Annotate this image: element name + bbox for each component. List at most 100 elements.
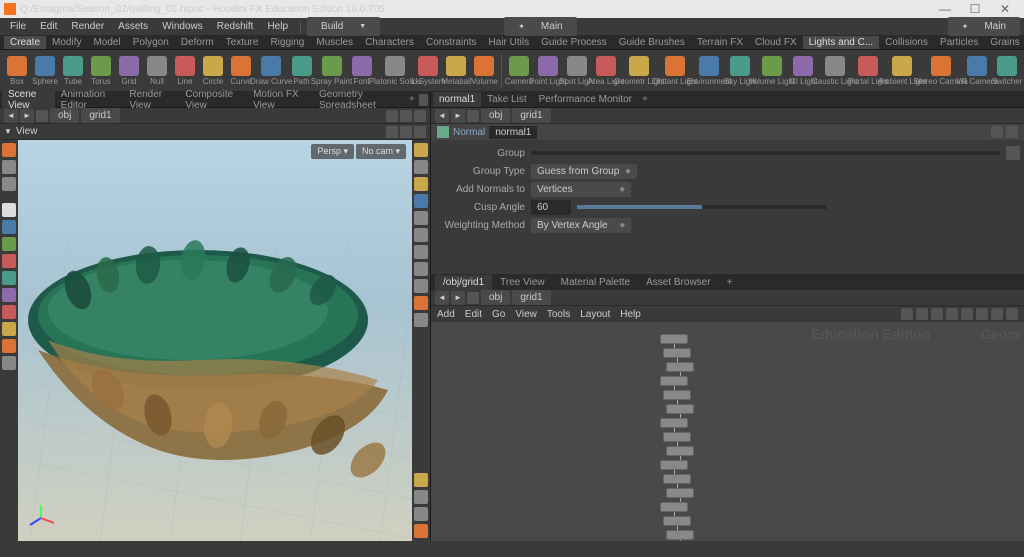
shelf-tab[interactable]: Guide Brushes (613, 36, 691, 49)
pin-icon[interactable] (467, 110, 479, 122)
snap-icon[interactable] (400, 126, 412, 138)
shelf-tab[interactable]: Lights and C... (803, 36, 879, 49)
shelf-tab[interactable]: Particles (934, 36, 984, 49)
menu-windows[interactable]: Windows (156, 19, 209, 34)
persp-button[interactable]: Persp ▾ (311, 144, 354, 159)
add-net-tab[interactable]: + (719, 275, 741, 290)
cusp-field[interactable]: 60 (531, 200, 571, 215)
network-node[interactable] (660, 334, 688, 344)
tool-icon[interactable] (2, 160, 16, 174)
close-button[interactable]: ✕ (990, 2, 1020, 16)
menu-redshift[interactable]: Redshift (211, 19, 260, 34)
network-node[interactable] (666, 362, 694, 372)
tool-icon[interactable] (2, 356, 16, 370)
display-icon[interactable] (414, 490, 428, 504)
shelf-tab[interactable]: Polygon (127, 36, 175, 49)
net-view-icon[interactable] (916, 308, 928, 320)
net-menu-item[interactable]: Layout (580, 309, 610, 320)
snap-icon[interactable] (414, 126, 426, 138)
tool-icon[interactable] (2, 254, 16, 268)
pane-menu-icon[interactable] (419, 94, 428, 106)
net-menu-item[interactable]: Add (437, 309, 455, 320)
main-selector-right[interactable]: ✦Main (948, 17, 1020, 36)
network-node[interactable] (660, 418, 688, 428)
net-menu-item[interactable]: Tools (547, 309, 570, 320)
main-selector[interactable]: ✦Main (504, 17, 576, 36)
shelf-tab[interactable]: Rigging (264, 36, 310, 49)
net-view-icon[interactable] (901, 308, 913, 320)
minimize-button[interactable]: — (930, 2, 960, 16)
shelf-tab[interactable]: Characters (359, 36, 420, 49)
shelf-tool[interactable]: Sphere (32, 55, 58, 87)
tool-icon[interactable] (2, 143, 16, 157)
tool-icon[interactable] (2, 220, 16, 234)
pane-tab[interactable]: Performance Monitor (533, 92, 638, 107)
tool-icon[interactable] (2, 288, 16, 302)
net-view-icon[interactable] (976, 308, 988, 320)
weight-select[interactable]: By Vertex Angle (531, 218, 631, 233)
shelf-tool[interactable]: Null (144, 55, 170, 87)
pin-icon[interactable] (467, 292, 479, 304)
add-pane-tab[interactable]: + (405, 94, 419, 105)
display-icon[interactable] (414, 313, 428, 327)
net-view-icon[interactable] (946, 308, 958, 320)
breadcrumb-grid[interactable]: grid1 (81, 108, 119, 123)
shelf-tab[interactable]: Hair Utils (483, 36, 536, 49)
shelf-tab[interactable]: Constraints (420, 36, 483, 49)
tool-icon[interactable] (2, 339, 16, 353)
display-icon[interactable] (414, 279, 428, 293)
shelf-tool[interactable]: VR Camera (962, 55, 992, 87)
grouptype-select[interactable]: Guess from Group (531, 164, 637, 179)
path-icon[interactable] (414, 110, 426, 122)
net-view-icon[interactable] (931, 308, 943, 320)
tool-icon[interactable] (2, 237, 16, 251)
node-name[interactable]: normal1 (489, 126, 537, 139)
shelf-tool[interactable]: Tube (60, 55, 86, 87)
gear-icon[interactable] (991, 126, 1003, 138)
nav-fwd-icon[interactable]: ► (451, 109, 465, 123)
shelf-tool[interactable]: Draw Curve (256, 55, 287, 87)
net-menu-item[interactable]: View (515, 309, 537, 320)
snap-icon[interactable] (386, 126, 398, 138)
display-icon[interactable] (414, 524, 428, 538)
shelf-tool[interactable]: Caustic Light (818, 55, 851, 87)
pane-tab[interactable]: Take List (481, 92, 532, 107)
net-menu-item[interactable]: Help (620, 309, 641, 320)
display-icon[interactable] (414, 296, 428, 310)
shelf-tool[interactable]: Circle (200, 55, 226, 87)
breadcrumb-obj[interactable]: obj (481, 290, 510, 305)
net-tab[interactable]: Tree View (492, 275, 552, 290)
menu-assets[interactable]: Assets (112, 19, 154, 34)
shelf-tab[interactable]: Muscles (310, 36, 359, 49)
shelf-tool[interactable]: Spot Light (564, 55, 591, 87)
net-view-icon[interactable] (1006, 308, 1018, 320)
group-field[interactable] (531, 151, 1000, 155)
shelf-tool[interactable]: Spray Paint (317, 55, 347, 87)
shelf-tool[interactable]: Torus (88, 55, 114, 87)
network-editor[interactable]: Education Edition Geom (431, 322, 1024, 541)
tool-icon[interactable] (2, 177, 16, 191)
shelf-tool[interactable]: Point Light (534, 55, 562, 87)
net-tab[interactable]: Material Palette (553, 275, 638, 290)
network-node[interactable] (660, 376, 688, 386)
display-icon[interactable] (414, 245, 428, 259)
display-icon[interactable] (414, 262, 428, 276)
network-node[interactable] (663, 390, 691, 400)
display-icon[interactable] (414, 143, 428, 157)
display-icon[interactable] (414, 473, 428, 487)
net-view-icon[interactable] (991, 308, 1003, 320)
add-pane-tab[interactable]: + (638, 94, 652, 105)
shelf-tab[interactable]: Collisions (879, 36, 934, 49)
nav-back-icon[interactable]: ◄ (435, 109, 449, 123)
network-node[interactable] (660, 460, 688, 470)
net-menu-item[interactable]: Go (492, 309, 505, 320)
net-view-icon[interactable] (961, 308, 973, 320)
nav-fwd-icon[interactable]: ► (20, 109, 34, 123)
breadcrumb-grid[interactable]: grid1 (512, 108, 550, 123)
help-icon[interactable] (1006, 126, 1018, 138)
tool-icon[interactable] (2, 322, 16, 336)
display-icon[interactable] (414, 507, 428, 521)
nav-back-icon[interactable]: ◄ (4, 109, 18, 123)
maximize-button[interactable]: ☐ (960, 2, 990, 16)
network-node[interactable] (660, 502, 688, 512)
